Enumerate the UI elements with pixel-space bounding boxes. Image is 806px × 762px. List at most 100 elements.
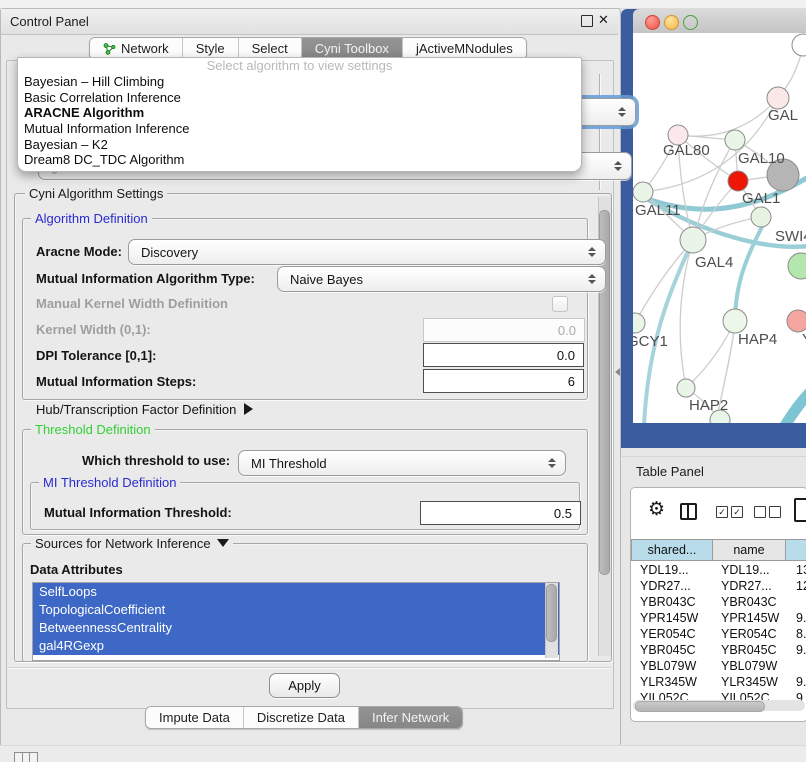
mi-type-label: Mutual Information Algorithm Type: [36,271,255,286]
select-all-checkboxes-icon[interactable]: ✓✓ [716,506,743,518]
node-label-hap4: HAP4 [738,331,777,348]
mi-steps-field[interactable]: 6 [423,369,584,393]
column-header-shared[interactable]: shared... [631,539,713,561]
attribute-item-betweennesscentrality[interactable]: BetweennessCentrality [33,619,559,637]
attribute-item-topologicalcoefficient[interactable]: TopologicalCoefficient [33,601,559,619]
tab-discretize-data[interactable]: Discretize Data [244,707,359,728]
algorithm-option-aracne-algorithm[interactable]: ARACNE Algorithm [18,105,581,121]
tab-label: Discretize Data [257,710,345,725]
algorithm-option-bayesian-k2[interactable]: Bayesian – K2 [18,137,581,153]
node-label-gal4: GAL4 [695,254,733,271]
network-node-gal4[interactable] [680,227,706,253]
network-node-gal10[interactable] [725,130,745,150]
network-canvas[interactable]: GALGAL80GAL10GAL1GAL11SWI4GAL4GCY1HAP4YH… [633,33,806,423]
control-panel-title: Control Panel [10,14,89,29]
aracne-mode-label: Aracne Mode: [36,244,122,259]
network-node[interactable] [788,253,806,279]
combo-stepper-icon [588,274,596,284]
algorithm-option-mutual-information-inference[interactable]: Mutual Information Inference [18,121,581,137]
network-node-hap4[interactable] [723,309,747,333]
network-edge[interactable] [678,98,778,136]
node-label-gcy1: GCY1 [633,333,668,350]
close-window-icon[interactable] [645,15,660,30]
kernel-width-field[interactable]: 0.0 [423,318,585,342]
network-node-gal[interactable] [767,87,789,109]
network-node-hap2[interactable] [677,379,695,397]
table-row[interactable]: YLR345WYLR345W9. [631,674,806,690]
table-cell: YDL19... [713,562,786,578]
table-row[interactable]: YDR27...YDR27...12 [631,578,806,594]
network-node[interactable] [792,34,806,56]
status-bar [0,745,806,762]
network-edge[interactable] [783,375,806,423]
table-row[interactable]: YBR043CYBR043C [631,594,806,610]
node-label-gal10: GAL10 [738,150,785,167]
tab-cyni-toolbox[interactable]: Cyni Toolbox [302,38,403,59]
tab-label: Style [196,41,225,56]
tab-network[interactable]: Network [90,38,183,59]
splitter-collapse-icon[interactable] [615,368,620,376]
apply-button[interactable]: Apply [269,673,340,698]
attributes-scrollbar-thumb[interactable] [546,584,557,642]
which-threshold-combo[interactable]: MI Threshold [238,450,566,476]
table-panel-title: Table Panel [636,464,704,479]
which-threshold-label: Which threshold to use: [82,453,230,468]
attribute-item-gal4rgexp[interactable]: gal4RGexp [33,637,559,655]
dpi-tolerance-field[interactable]: 0.0 [423,343,584,367]
table-row[interactable]: YDL19...YDL19...13 [631,562,806,578]
mi-threshold-field[interactable]: 0.5 [420,501,581,525]
zoom-window-icon[interactable] [683,15,698,30]
column-header-name[interactable]: name [713,539,786,561]
table-cell: YER054C [713,626,786,642]
table-settings-gear-icon[interactable]: ⚙ [648,500,665,519]
node-label-gal: GAL [768,107,798,124]
table-row[interactable]: YPR145WYPR145W9. [631,610,806,626]
table-cell: YPR145W [713,610,786,626]
deselect-all-checkboxes-icon[interactable] [754,506,781,518]
network-node-gal1[interactable] [728,171,748,191]
tab-select[interactable]: Select [239,38,302,59]
table-cell: 9. [786,642,806,658]
column-layout-icon[interactable] [680,503,697,520]
tab-label: Select [252,41,288,56]
aracne-mode-combo[interactable]: Discovery [128,239,606,265]
tab-jactivemnodules[interactable]: jActiveMNodules [403,38,526,59]
network-node-y[interactable] [787,310,806,332]
divider [622,456,806,457]
minimize-window-icon[interactable] [664,15,679,30]
node-label-gal80: GAL80 [663,142,710,159]
table-hscrollbar-thumb[interactable] [635,701,765,712]
network-node-swi4[interactable] [751,207,771,227]
table-grid-icon[interactable] [14,752,38,762]
hub-definition-expander[interactable]: Hub/Transcription Factor Definition [36,402,253,417]
table-hscrollbar-track[interactable] [633,700,805,711]
table-cell: 12 [786,578,806,594]
float-window-button[interactable] [581,15,593,27]
attribute-item-selfloops[interactable]: SelfLoops [33,583,559,601]
table-cell: YBR043C [631,594,713,610]
tab-impute-data[interactable]: Impute Data [146,707,244,728]
table-cell: YER054C [631,626,713,642]
algorithm-option-dream8-dc-tdc-algorithm[interactable]: Dream8 DC_TDC Algorithm [18,152,581,168]
table-row[interactable]: YBL079WYBL079W [631,658,806,674]
tab-style[interactable]: Style [183,38,239,59]
sources-title[interactable]: Sources for Network Inference [31,536,233,551]
algorithm-dropdown-popup: Select algorithm to view settings Bayesi… [17,57,582,172]
column-header-a[interactable]: A [786,539,806,561]
tab-infer-network[interactable]: Infer Network [359,707,462,728]
tab-label: Infer Network [372,710,449,725]
table-cell: YDL19... [631,562,713,578]
data-attributes-list: SelfLoopsTopologicalCoefficientBetweenne… [32,582,560,661]
table-row[interactable]: YBR045CYBR045C9. [631,642,806,658]
mi-type-combo[interactable]: Naive Bayes [277,266,606,292]
algorithm-option-bayesian-hill-climbing[interactable]: Bayesian – Hill Climbing [18,74,581,90]
network-node-gcy1[interactable] [633,313,645,333]
network-icon [103,43,116,55]
network-window-titlebar[interactable] [633,9,806,34]
table-row[interactable]: YER054CYER054C8. [631,626,806,642]
network-node-gal11[interactable] [633,182,653,202]
close-panel-button[interactable]: ✕ [598,12,609,28]
algorithm-option-basic-correlation-inference[interactable]: Basic Correlation Inference [18,90,581,106]
export-table-icon[interactable] [794,498,806,522]
manual-kernel-checkbox[interactable] [552,296,568,312]
